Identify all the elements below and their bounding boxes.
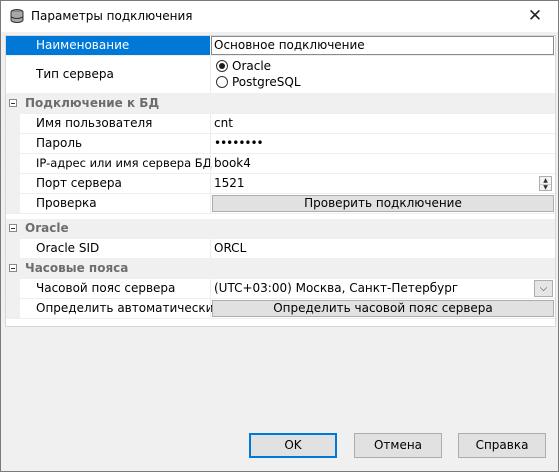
radio-postgresql-label: PostgreSQL [232,75,301,89]
column-separator [210,174,211,193]
property-label-check: Проверка [36,196,97,210]
check-connection-button[interactable]: Проверить подключение [212,195,554,212]
row-gutter [6,239,20,258]
username-value[interactable]: cnt [214,114,233,133]
name-input[interactable]: Основное подключение [214,36,365,55]
property-row-autodetect: Определить автоматически Определить часо… [6,299,555,319]
cancel-button[interactable]: Отмена [354,433,442,458]
chevron-down-icon[interactable]: ⌵ [534,280,553,297]
radio-oracle-label: Oracle [232,59,272,73]
property-label-port: Порт сервера [36,176,122,190]
property-label-server-type: Тип сервера [36,67,114,81]
port-spinner[interactable]: ▲ ▼ [539,176,552,191]
host-value[interactable]: book4 [214,154,251,173]
column-separator [210,279,211,298]
row-gutter [6,154,20,173]
column-separator [210,134,211,153]
property-row-server-type: Тип сервера Oracle PostgreSQL [6,56,555,94]
connection-settings-dialog: Параметры подключения ✕ Наименование Осн… [0,0,559,472]
timezone-select[interactable]: (UTC+03:00) Москва, Санкт-Петербург [214,279,458,298]
column-separator [210,56,211,93]
property-row-host[interactable]: IP-адрес или имя сервера БД book4 [6,154,555,174]
property-label-username: Имя пользователя [36,116,153,130]
property-label-timezone: Часовой пояс сервера [36,281,176,295]
column-separator [210,154,211,173]
property-row-sid[interactable]: Oracle SID ORCL [6,239,555,259]
property-row-port[interactable]: Порт сервера 1521 ▲ ▼ [6,174,555,194]
title-bar: Параметры подключения ✕ [1,1,558,32]
property-label-autodetect: Определить автоматически [36,301,214,315]
property-grid: Наименование Основное подключение Тип се… [5,35,556,327]
database-icon [10,9,24,23]
sid-value[interactable]: ORCL [214,239,246,258]
password-value[interactable]: •••••••• [214,134,264,153]
ok-button[interactable]: OK [249,433,337,458]
row-gutter [6,279,20,298]
category-db-connection[interactable]: Подключение к БД [6,94,555,114]
property-row-password[interactable]: Пароль •••••••• [6,134,555,154]
category-timezones[interactable]: Часовые пояса [6,259,555,279]
radio-oracle[interactable]: Oracle [216,59,271,75]
row-gutter [6,174,20,193]
help-button[interactable]: Справка [458,433,546,458]
property-row-check: Проверка Проверить подключение [6,194,555,214]
category-label-oracle: Oracle [25,221,69,235]
property-row-name[interactable]: Наименование Основное подключение [6,36,555,56]
detect-timezone-button[interactable]: Определить часовой пояс сервера [212,300,554,317]
close-icon: ✕ [527,6,543,26]
close-button[interactable]: ✕ [512,1,558,32]
property-label-name: Наименование [36,38,130,52]
row-gutter [6,194,20,213]
window-title: Параметры подключения [31,9,193,23]
property-row-username[interactable]: Имя пользователя cnt [6,114,555,134]
category-label-timezones: Часовые пояса [25,261,129,275]
collapse-icon[interactable] [9,264,17,272]
radio-postgresql[interactable]: PostgreSQL [216,75,301,91]
property-label-password: Пароль [36,136,83,150]
radio-unchecked-icon [216,75,228,88]
category-oracle[interactable]: Oracle [6,219,555,239]
column-separator [210,239,211,258]
category-label-db: Подключение к БД [25,96,160,110]
column-separator [210,194,211,213]
row-gutter [6,134,20,153]
collapse-icon[interactable] [9,99,17,107]
row-gutter [6,299,20,318]
spin-down-icon[interactable]: ▼ [540,184,551,191]
radio-checked-icon [216,59,228,72]
column-separator [210,114,211,133]
property-label-host: IP-адрес или имя сервера БД [36,156,212,170]
property-label-sid: Oracle SID [36,241,100,255]
port-value[interactable]: 1521 [214,174,245,193]
collapse-icon[interactable] [9,224,17,232]
row-gutter [6,114,20,133]
column-separator [210,299,211,318]
property-row-timezone[interactable]: Часовой пояс сервера (UTC+03:00) Москва,… [6,279,555,299]
